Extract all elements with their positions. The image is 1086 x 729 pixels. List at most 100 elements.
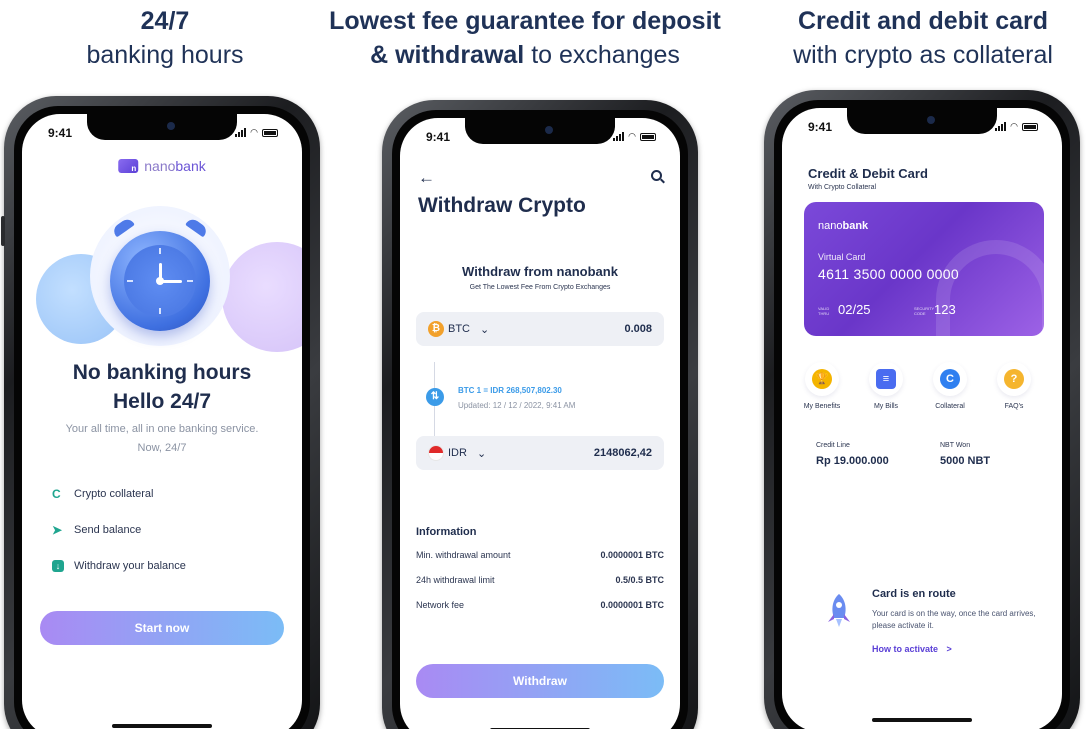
card-en-route-banner: Card is en route Your card is on the way…: [804, 574, 1044, 668]
faqs-button[interactable]: ? FAQ's: [986, 362, 1042, 410]
battery-icon: [640, 132, 656, 141]
credit-line-label: Credit Line: [816, 442, 850, 449]
action-label: My Benefits: [803, 403, 841, 410]
screen-withdraw: 9:41 ◠ ← Withdraw Crypto Withdraw from n…: [400, 118, 680, 729]
subtitle-line-2: Now, 24/7: [137, 442, 187, 454]
battery-icon: [1022, 122, 1038, 131]
back-arrow-icon[interactable]: ←: [418, 168, 435, 188]
valid-thru: 02/25: [838, 302, 871, 317]
card-watermark-n: [936, 240, 1044, 336]
page-title: Credit & Debit Card: [808, 166, 928, 181]
rate-updated: Updated: 12 / 12 / 2022, 9:41 AM: [458, 401, 576, 410]
link-label: How to activate: [872, 644, 939, 654]
screen-credit-card: 9:41 ◠ Credit & Debit Card With Crypto C…: [782, 108, 1062, 729]
phone-banking-hours: 9:41 ◠ nanobank: [1, 96, 320, 729]
my-benefits-button[interactable]: 🏆 My Benefits: [794, 362, 850, 410]
notch: [465, 118, 615, 144]
my-bills-button[interactable]: ≡ My Bills: [858, 362, 914, 410]
info-value: 0.0000001 BTC: [600, 600, 664, 610]
page-subtitle: Your all time, all in one banking servic…: [22, 420, 302, 458]
decor-blob-purple: [222, 242, 302, 352]
nbt-won-card[interactable]: NBT Won 5000 NBT: [928, 432, 1044, 486]
screen-banking-hours: 9:41 ◠ nanobank: [22, 114, 302, 729]
valid-thru-label: VALID THRU: [818, 306, 830, 316]
credit-line-value: Rp 19.000.000: [816, 455, 889, 467]
subtitle-line-1: Your all time, all in one banking servic…: [65, 423, 259, 435]
indonesia-flag-icon: [428, 445, 444, 461]
bill-icon: ≡: [876, 369, 896, 389]
chevron-down-icon[interactable]: ⌄: [477, 447, 486, 460]
brand-bank: bank: [175, 158, 206, 174]
clock-center: [156, 277, 164, 285]
feature-send-balance: ➤ Send balance: [52, 524, 141, 536]
caption-lowest-fee: Lowest fee guarantee for deposit & withd…: [290, 4, 760, 72]
feature-crypto-collateral: C Crypto collateral: [52, 488, 153, 500]
route-description: Your card is on the way, once the card a…: [872, 609, 1036, 630]
card-number: 4611 3500 0000 0000: [818, 266, 959, 282]
status-time: 9:41: [48, 126, 73, 140]
phone-credit-card: 9:41 ◠ Credit & Debit Card With Crypto C…: [764, 90, 1080, 729]
collateral-c-icon: C: [940, 369, 960, 389]
status-icons: ◠: [995, 121, 1038, 132]
caption-bold: 24/7: [140, 7, 190, 35]
exchange-rate: BTC 1 = IDR 268,507,802.30: [458, 386, 562, 395]
collateral-button[interactable]: C Collateral: [922, 362, 978, 410]
caption-bold: Lowest fee guarantee for deposit: [329, 7, 721, 35]
send-arrow-icon: ➤: [52, 523, 63, 537]
nanobank-logo: nanobank: [118, 158, 206, 174]
wifi-icon: ◠: [250, 127, 258, 137]
info-value: 0.0000001 BTC: [600, 550, 664, 560]
bitcoin-icon: ₿: [428, 321, 444, 337]
signal-icon: [235, 128, 247, 137]
caption-credit-debit: Credit and debit card with crypto as col…: [760, 4, 1086, 72]
title-line-2: Hello 24/7: [112, 390, 212, 413]
trophy-icon: 🏆: [812, 369, 832, 389]
security-code-label: SECURITY CODE: [914, 306, 935, 316]
notch: [847, 108, 997, 134]
to-currency-row[interactable]: IDR ⌄ 2148062,42: [416, 436, 664, 470]
from-currency-row[interactable]: ₿ BTC ⌄ 0.008: [416, 312, 664, 346]
info-row: Network fee 0.0000001 BTC: [416, 600, 664, 610]
to-amount: 2148062,42: [593, 447, 652, 459]
status-time: 9:41: [426, 130, 451, 144]
start-now-button[interactable]: Start now: [40, 611, 284, 645]
notch: [87, 114, 237, 140]
virtual-card[interactable]: nanobank Virtual Card 4611 3500 0000 000…: [804, 202, 1044, 336]
brand-nano: nano: [818, 220, 843, 232]
information-title: Information: [416, 526, 477, 538]
feature-withdraw-balance: ↓ Withdraw your balance: [52, 560, 186, 572]
caption-bold: Credit and debit card: [797, 7, 1049, 35]
search-icon[interactable]: [651, 170, 662, 181]
signal-icon: [613, 132, 625, 141]
security-code: 123: [934, 302, 956, 317]
page-title: No banking hours Hello 24/7: [22, 358, 302, 416]
feature-label: Crypto collateral: [74, 488, 154, 500]
how-to-activate-link[interactable]: How to activate >: [872, 644, 952, 654]
chevron-right-icon: >: [946, 644, 952, 654]
action-label: FAQ's: [1004, 403, 1024, 410]
caption-normal: banking hours: [86, 41, 244, 69]
crypto-c-icon: C: [52, 487, 61, 501]
chevron-down-icon[interactable]: ⌄: [480, 323, 489, 336]
status-icons: ◠: [613, 131, 656, 142]
battery-icon: [262, 128, 278, 137]
home-indicator: [872, 718, 972, 722]
from-currency: BTC: [448, 323, 470, 335]
to-currency: IDR: [448, 447, 467, 459]
question-icon: ?: [1004, 369, 1024, 389]
alarm-clock-icon: [110, 231, 210, 331]
withdraw-down-icon: ↓: [52, 560, 64, 572]
withdraw-card-title: Withdraw from nanobank: [462, 264, 618, 279]
wifi-icon: ◠: [1010, 121, 1018, 131]
withdraw-card-subtitle: Get The Lowest Fee From Crypto Exchanges: [469, 284, 611, 291]
page-subtitle: With Crypto Collateral: [808, 184, 877, 191]
credit-line-card[interactable]: Credit Line Rp 19.000.000: [804, 432, 920, 486]
clock-face: [124, 245, 196, 317]
card-label: Virtual Card: [818, 252, 866, 262]
home-indicator: [112, 724, 212, 728]
withdraw-button[interactable]: Withdraw: [416, 664, 664, 698]
signal-icon: [995, 122, 1007, 131]
status-icons: ◠: [235, 127, 278, 138]
brand-nano: nano: [144, 158, 176, 174]
action-label: Collateral: [935, 403, 965, 410]
